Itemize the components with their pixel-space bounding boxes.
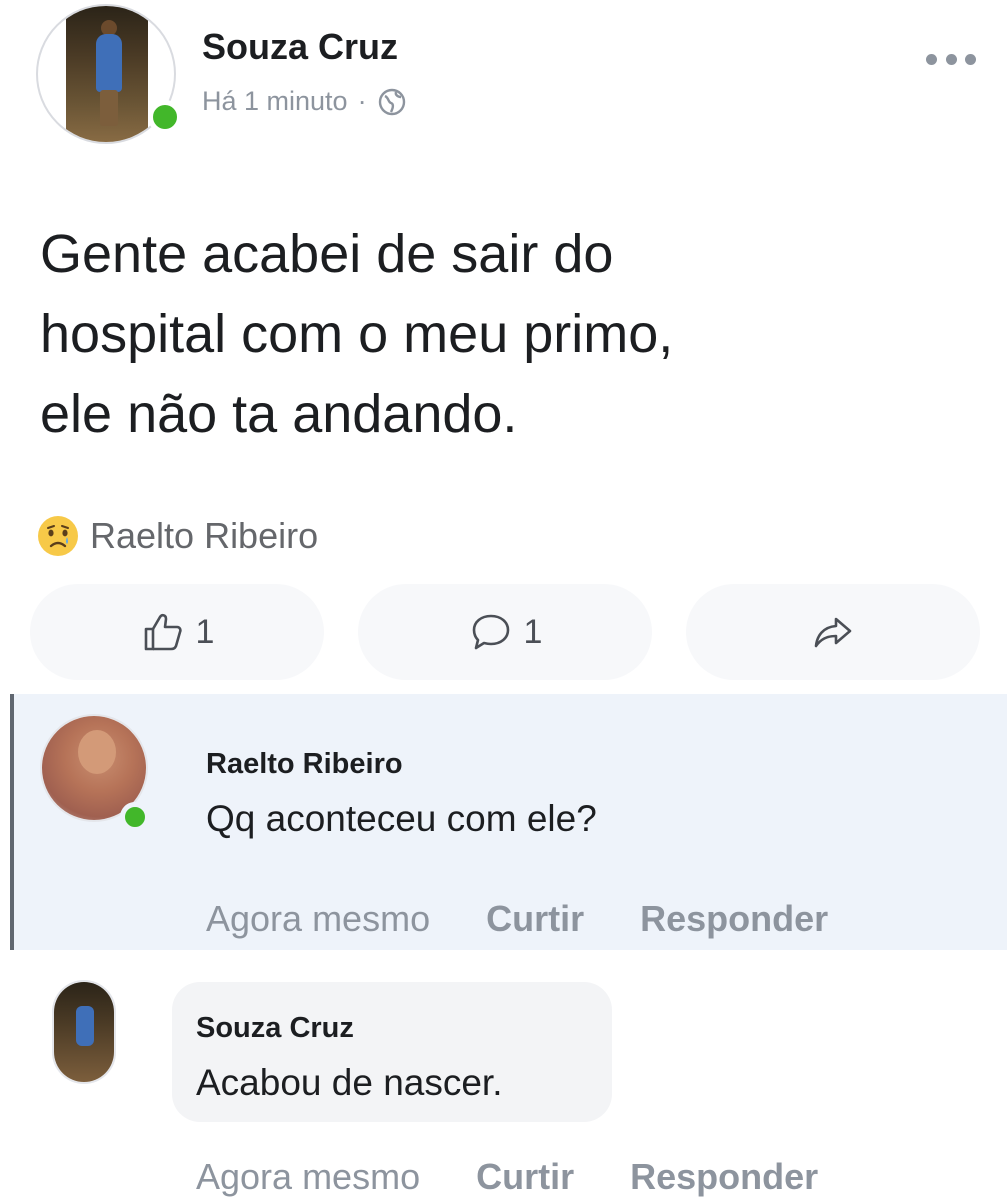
comment-item: Souza Cruz Acabou de nascer. Agora mesmo…: [0, 960, 1007, 1200]
avatar-figure-legs: [100, 90, 118, 126]
post-meta: Há 1 minuto ·: [202, 86, 407, 117]
comment-item: Raelto Ribeiro Qq aconteceu com ele? Ago…: [10, 694, 1007, 950]
meta-separator: ·: [357, 86, 367, 116]
reactions-summary[interactable]: Raelto Ribeiro: [34, 512, 318, 560]
post-text-line: ele não ta andando.: [40, 384, 518, 444]
post-author-name[interactable]: Souza Cruz: [202, 26, 398, 68]
comment-reply-link[interactable]: Responder: [630, 1156, 818, 1198]
comment-bubble-icon: [472, 614, 509, 650]
post-text-line: hospital com o meu primo,: [40, 304, 674, 364]
commenter-name[interactable]: Raelto Ribeiro: [206, 748, 403, 781]
comment-actions: Agora mesmo Curtir Responder: [196, 1156, 818, 1198]
more-options-icon[interactable]: [926, 52, 976, 66]
like-count: 1: [195, 612, 215, 651]
more-dot: [945, 53, 957, 65]
globe-icon[interactable]: [377, 87, 407, 117]
avatar-face: [78, 730, 116, 774]
online-status-dot: [120, 802, 150, 832]
comment-timestamp: Agora mesmo: [206, 898, 431, 939]
comment-like-link[interactable]: Curtir: [486, 898, 584, 940]
reaction-by-name: Raelto Ribeiro: [90, 515, 319, 556]
commenter-avatar[interactable]: [52, 980, 116, 1084]
comment-actions: Agora mesmo Curtir Responder: [206, 898, 828, 940]
comment-button[interactable]: 1: [358, 584, 652, 680]
share-arrow-icon: [814, 617, 852, 648]
comment-text: Qq aconteceu com ele?: [206, 798, 597, 839]
post-text: Gente acabei de sair do hospital com o m…: [40, 214, 940, 454]
share-button[interactable]: [686, 584, 980, 680]
comment-reply-link[interactable]: Responder: [640, 898, 828, 940]
sad-emoji-icon: [38, 516, 78, 556]
post-timestamp[interactable]: Há 1 minuto: [202, 86, 348, 117]
more-dot: [965, 53, 976, 65]
online-status-dot: [148, 100, 182, 134]
commenter-name[interactable]: Souza Cruz: [196, 1012, 354, 1045]
avatar-figure: [76, 1006, 94, 1046]
avatar-figure-body: [96, 34, 122, 92]
post-action-bar: 1 1: [30, 584, 980, 680]
post-header: Souza Cruz Há 1 minuto ·: [36, 4, 976, 144]
like-button[interactable]: 1: [30, 584, 324, 680]
comment-text: Acabou de nascer.: [196, 1062, 503, 1103]
comment-timestamp: Agora mesmo: [196, 1156, 421, 1197]
comment-like-link[interactable]: Curtir: [476, 1156, 574, 1198]
comment-count: 1: [523, 612, 543, 651]
more-dot: [926, 53, 937, 65]
post-text-line: Gente acabei de sair do: [40, 224, 614, 284]
thumbs-up-icon: [144, 613, 182, 651]
